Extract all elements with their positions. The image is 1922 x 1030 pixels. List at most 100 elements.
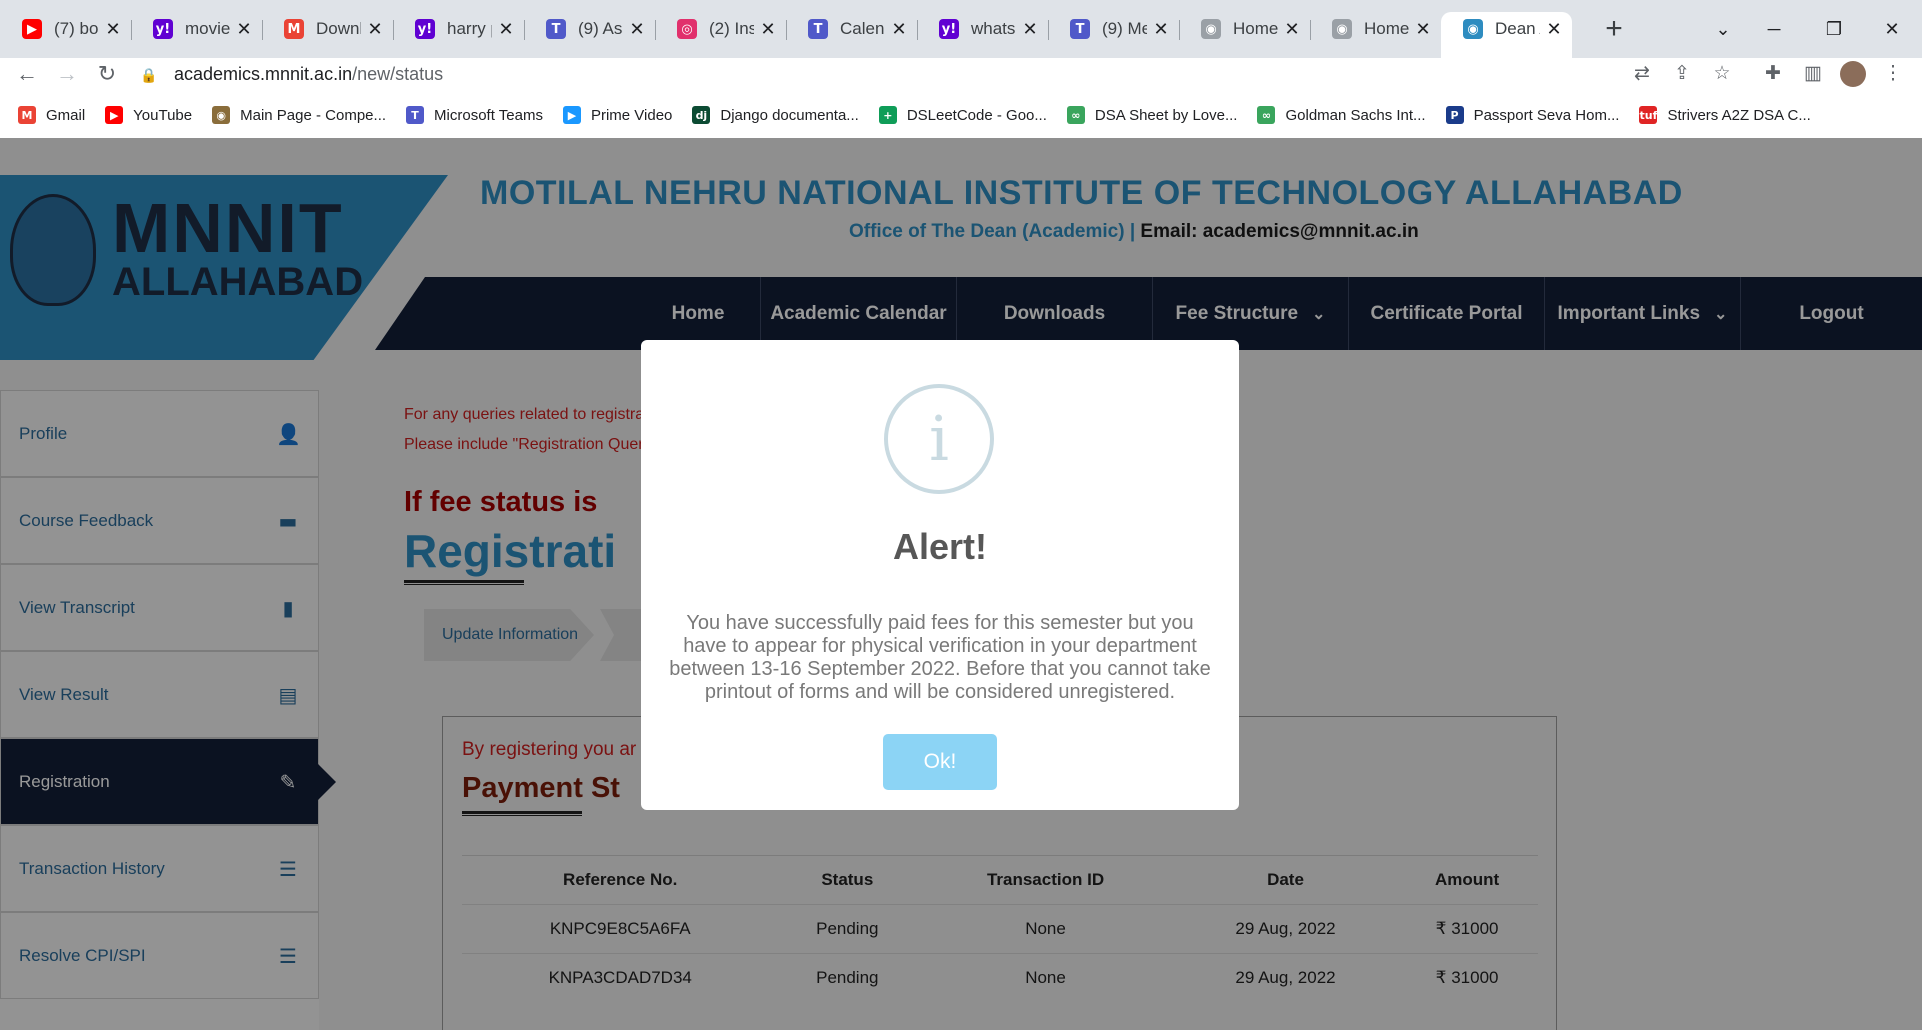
bookmark-label: Main Page - Compe... <box>240 106 387 124</box>
bookmark-item[interactable]: dj Django documenta... <box>692 106 859 124</box>
tab-title: (9) Assi <box>578 19 623 38</box>
close-icon[interactable]: ✕ <box>498 19 514 40</box>
bookmark-item[interactable]: ∞ Goldman Sachs Int... <box>1257 106 1426 124</box>
ok-button[interactable]: Ok! <box>883 734 997 790</box>
tab[interactable]: T Calend ✕ <box>786 12 917 46</box>
close-icon[interactable]: ✕ <box>891 19 907 40</box>
bookmark-label: YouTube <box>133 106 193 124</box>
tab[interactable]: ▶ (7) bolly ✕ <box>0 12 131 46</box>
alert-title: Alert! <box>892 526 987 567</box>
close-icon[interactable]: ✕ <box>1284 19 1300 40</box>
close-icon[interactable]: ✕ <box>629 19 645 40</box>
bookmark-label: DSLeetCode - Goo... <box>906 106 1047 124</box>
bookmark-favicon-icon: ▶ <box>562 106 581 124</box>
lock-icon: 🔒 <box>140 67 158 83</box>
tab-title: (2) Insta <box>709 19 754 38</box>
back-icon[interactable]: ← <box>10 58 44 90</box>
yahoo-icon: y! <box>415 19 435 39</box>
tab-title: Dean A <box>1495 19 1540 38</box>
yahoo-icon: y! <box>153 19 173 39</box>
tab-title: Downlo <box>316 19 361 38</box>
bookmark-item[interactable]: P Passport Seva Hom... <box>1445 106 1620 124</box>
bookmark-label: DSA Sheet by Love... <box>1094 106 1238 124</box>
bookmark-favicon-icon: ∞ <box>1066 106 1085 124</box>
bookmark-label: Microsoft Teams <box>434 106 543 124</box>
alert-dialog: i Alert! You have successfully paid fees… <box>641 340 1239 810</box>
forward-icon[interactable]: → <box>50 58 84 90</box>
url-path: /new/status <box>352 63 444 84</box>
bookmark-favicon-icon: ◉ <box>212 106 231 124</box>
share-icon[interactable]: ⇪ <box>1665 58 1699 90</box>
tab[interactable]: M Downlo ✕ <box>262 12 393 46</box>
tab[interactable]: ◉ Home ✕ <box>1310 12 1441 46</box>
bookmark-label: Passport Seva Hom... <box>1473 106 1620 124</box>
close-icon[interactable]: ✕ <box>1153 19 1169 40</box>
tab-title: Calend <box>840 19 885 38</box>
bookmark-label: Django documenta... <box>720 106 859 124</box>
tab[interactable]: T (9) Assi ✕ <box>524 12 655 46</box>
restore-button[interactable]: ❐ <box>1814 14 1854 44</box>
tab-strip: ▶ (7) bolly ✕ y! movies ✕ M Downlo ✕ y! harry p ✕ T (… <box>0 0 1922 58</box>
close-window-button[interactable]: ✕ <box>1872 14 1912 44</box>
extensions-icon[interactable]: ✚ <box>1756 58 1790 90</box>
tab[interactable]: y! harry p ✕ <box>393 12 524 46</box>
tab[interactable]: T (9) Mee ✕ <box>1048 12 1179 46</box>
tab-search-icon[interactable]: ⌄ <box>1703 14 1743 44</box>
tab-title: harry p <box>447 19 492 38</box>
browser-toolbar: ← → ↻ 🔒 academics.mnnit.ac.in/new/status… <box>0 58 1922 90</box>
mnnit-icon: ◉ <box>1463 19 1483 39</box>
bookmark-item[interactable]: tuf Strivers A2Z DSA C... <box>1639 106 1811 124</box>
alert-message: You have successfully paid fees for this… <box>669 612 1211 703</box>
bookmark-star-icon[interactable]: ☆ <box>1705 58 1739 90</box>
menu-kebab-icon[interactable]: ⋮ <box>1876 58 1910 90</box>
bookmark-favicon-icon: ▶ <box>105 106 124 124</box>
bookmark-favicon-icon: P <box>1445 106 1464 124</box>
tab-title: whatsa <box>971 19 1016 38</box>
bookmark-favicon-icon: T <box>406 106 425 124</box>
tab[interactable]: y! whatsa ✕ <box>917 12 1048 46</box>
browser-chrome: ▶ (7) bolly ✕ y! movies ✕ M Downlo ✕ y! harry p ✕ T (… <box>0 0 1922 138</box>
close-icon[interactable]: ✕ <box>1546 19 1562 40</box>
translate-icon[interactable]: ⇄ <box>1625 58 1659 90</box>
bookmark-favicon-icon: dj <box>692 106 711 124</box>
bookmark-label: Prime Video <box>590 106 673 124</box>
bookmark-item[interactable]: T Microsoft Teams <box>406 106 543 124</box>
tab-title: Home <box>1364 19 1409 38</box>
youtube-icon: ▶ <box>22 19 42 39</box>
yahoo-icon: y! <box>939 19 959 39</box>
close-icon[interactable]: ✕ <box>105 19 121 40</box>
tab[interactable]: ◉ Dean A ✕ <box>1441 12 1572 58</box>
close-icon[interactable]: ✕ <box>1022 19 1038 40</box>
tab[interactable]: y! movies ✕ <box>131 12 262 46</box>
bookmark-label: Strivers A2Z DSA C... <box>1667 106 1811 124</box>
tab[interactable]: ◎ (2) Insta ✕ <box>655 12 786 46</box>
close-icon[interactable]: ✕ <box>1415 19 1431 40</box>
bookmark-favicon-icon: + <box>878 106 897 124</box>
bookmark-favicon-icon: M <box>18 106 36 124</box>
gmail-icon: M <box>284 19 304 39</box>
new-tab-button[interactable]: + <box>1598 14 1630 46</box>
bookmark-item[interactable]: ◉ Main Page - Compe... <box>212 106 386 124</box>
site-icon: ◉ <box>1332 19 1352 39</box>
info-icon: i <box>884 384 994 494</box>
bookmark-label: Goldman Sachs Int... <box>1285 106 1426 124</box>
reload-icon[interactable]: ↻ <box>90 58 124 90</box>
tab[interactable]: ◉ Home ✕ <box>1179 12 1310 46</box>
tab-title: (7) bolly <box>54 19 99 38</box>
bookmark-item[interactable]: ∞ DSA Sheet by Love... <box>1066 106 1238 124</box>
tab-title: movies <box>185 19 230 38</box>
bookmark-item[interactable]: + DSLeetCode - Goo... <box>878 106 1047 124</box>
close-icon[interactable]: ✕ <box>760 19 776 40</box>
bookmark-item[interactable]: M Gmail <box>18 106 85 124</box>
minimize-button[interactable]: ─ <box>1754 14 1794 44</box>
bookmark-label: Gmail <box>46 106 86 124</box>
side-panel-icon[interactable]: ▥ <box>1796 58 1830 90</box>
bookmark-item[interactable]: ▶ Prime Video <box>562 106 673 124</box>
close-icon[interactable]: ✕ <box>367 19 383 40</box>
teams-icon: T <box>546 19 566 39</box>
close-icon[interactable]: ✕ <box>236 19 252 40</box>
bookmark-item[interactable]: ▶ YouTube <box>105 106 192 124</box>
avatar[interactable] <box>1836 58 1870 90</box>
address-bar[interactable]: 🔒 academics.mnnit.ac.in/new/status <box>140 58 1640 90</box>
tab-title: (9) Mee <box>1102 19 1147 38</box>
